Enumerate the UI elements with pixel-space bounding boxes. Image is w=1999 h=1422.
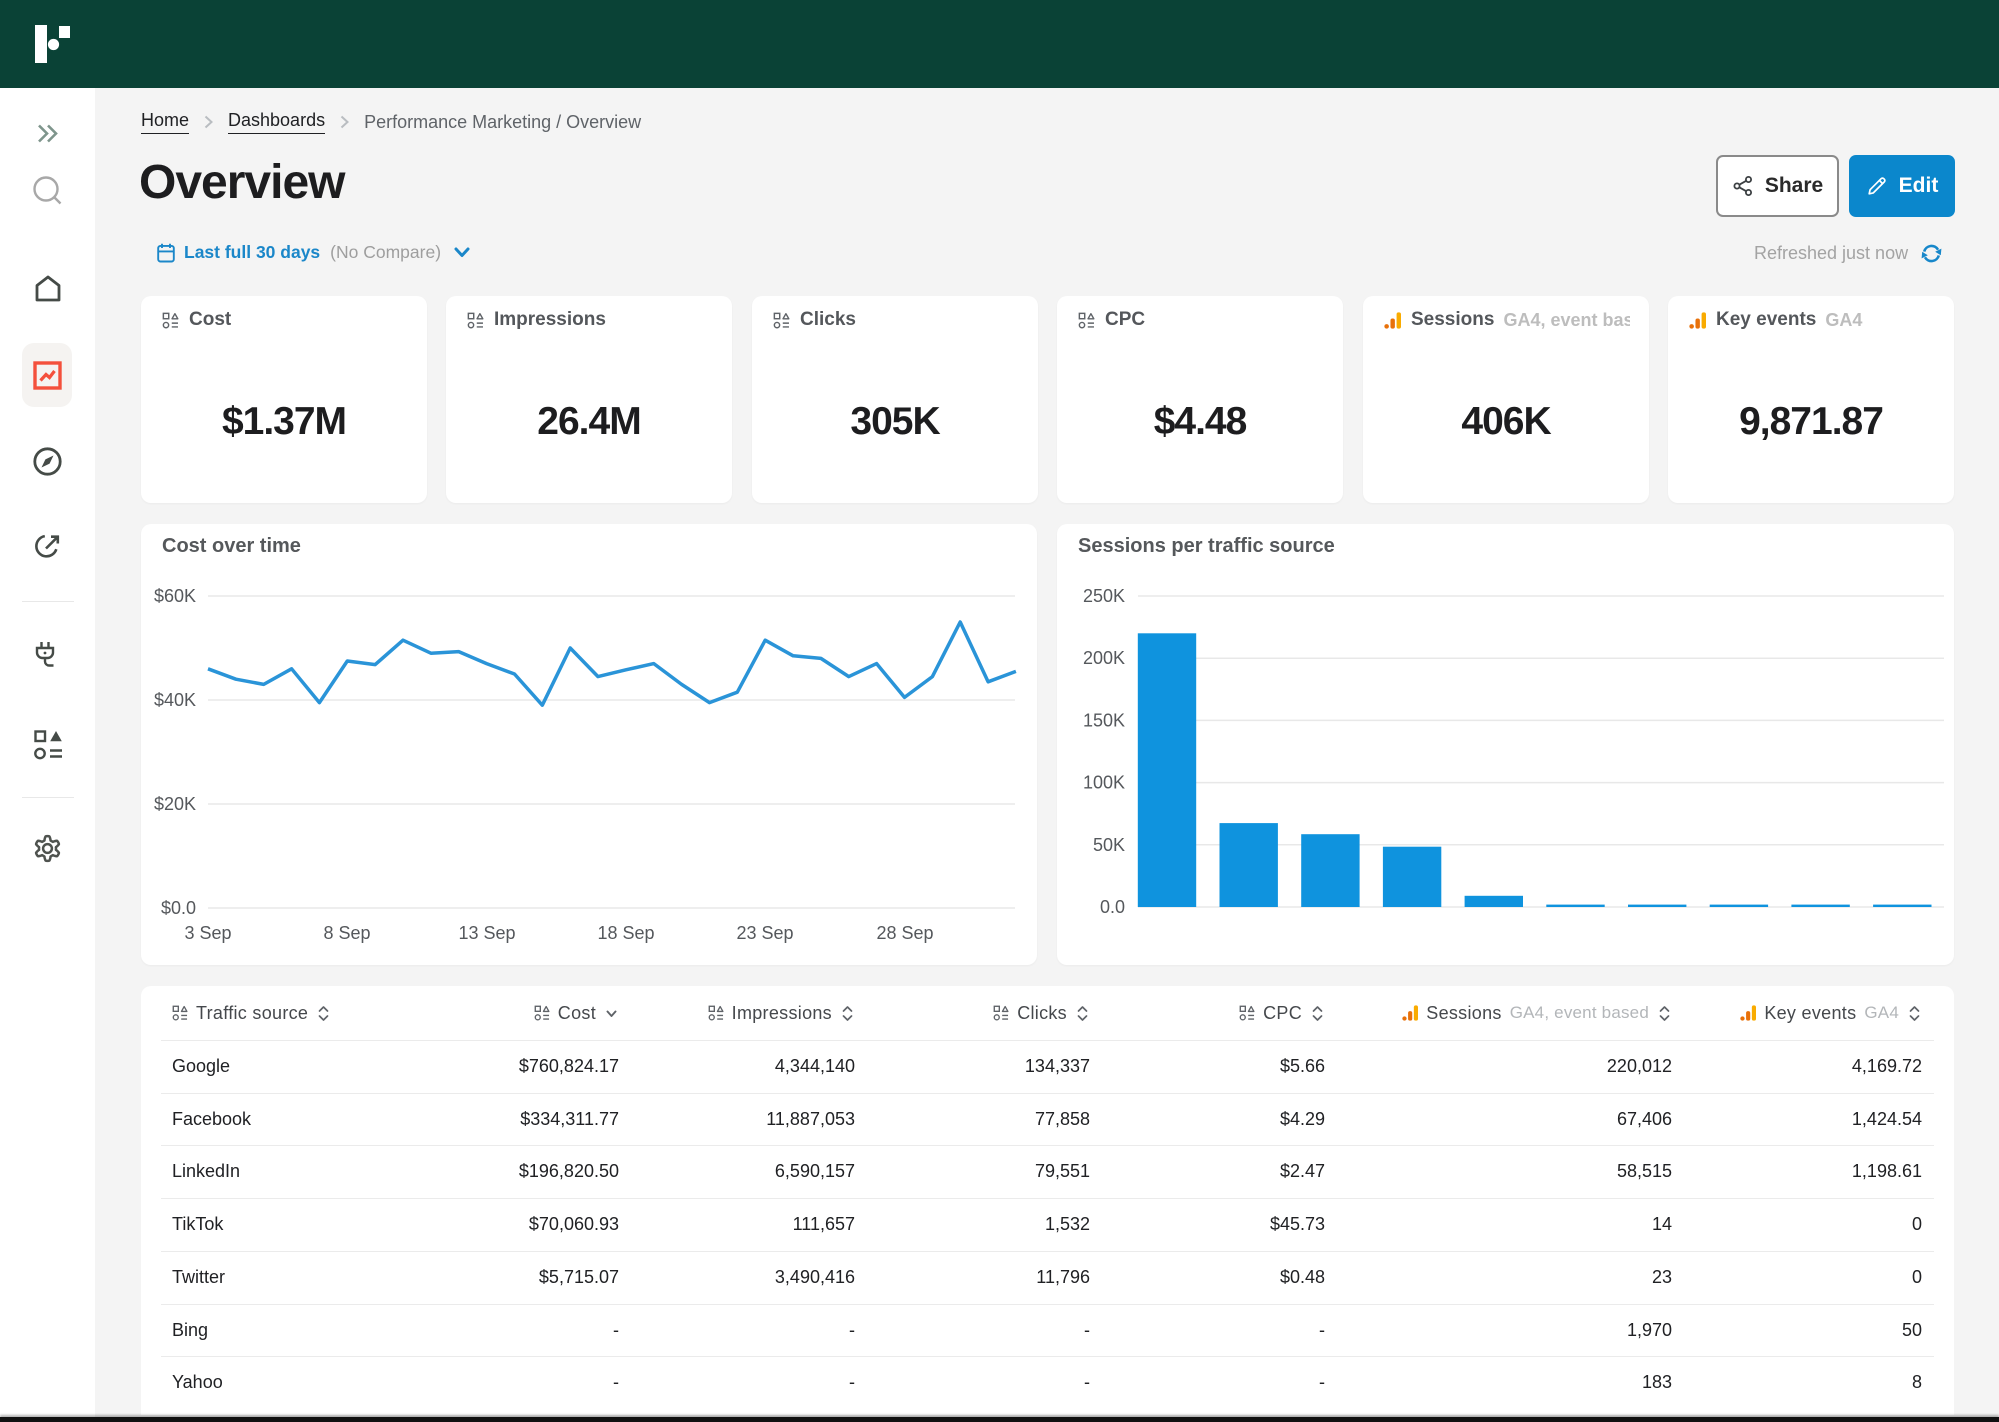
- svg-text:200K: 200K: [1083, 648, 1125, 668]
- svg-text:$60K: $60K: [154, 586, 196, 606]
- svg-text:$40K: $40K: [154, 690, 196, 710]
- svg-text:28 Sep: 28 Sep: [876, 923, 933, 943]
- svg-text:50K: 50K: [1093, 835, 1125, 855]
- svg-text:8 Sep: 8 Sep: [323, 923, 370, 943]
- svg-text:150K: 150K: [1083, 710, 1125, 730]
- svg-text:3 Sep: 3 Sep: [184, 923, 231, 943]
- svg-text:100K: 100K: [1083, 773, 1125, 793]
- svg-text:$20K: $20K: [154, 794, 196, 814]
- svg-text:23 Sep: 23 Sep: [736, 923, 793, 943]
- svg-text:13 Sep: 13 Sep: [458, 923, 515, 943]
- svg-text:0.0: 0.0: [1100, 897, 1125, 917]
- svg-text:18 Sep: 18 Sep: [597, 923, 654, 943]
- svg-text:$0.0: $0.0: [161, 898, 196, 918]
- svg-text:250K: 250K: [1083, 586, 1125, 606]
